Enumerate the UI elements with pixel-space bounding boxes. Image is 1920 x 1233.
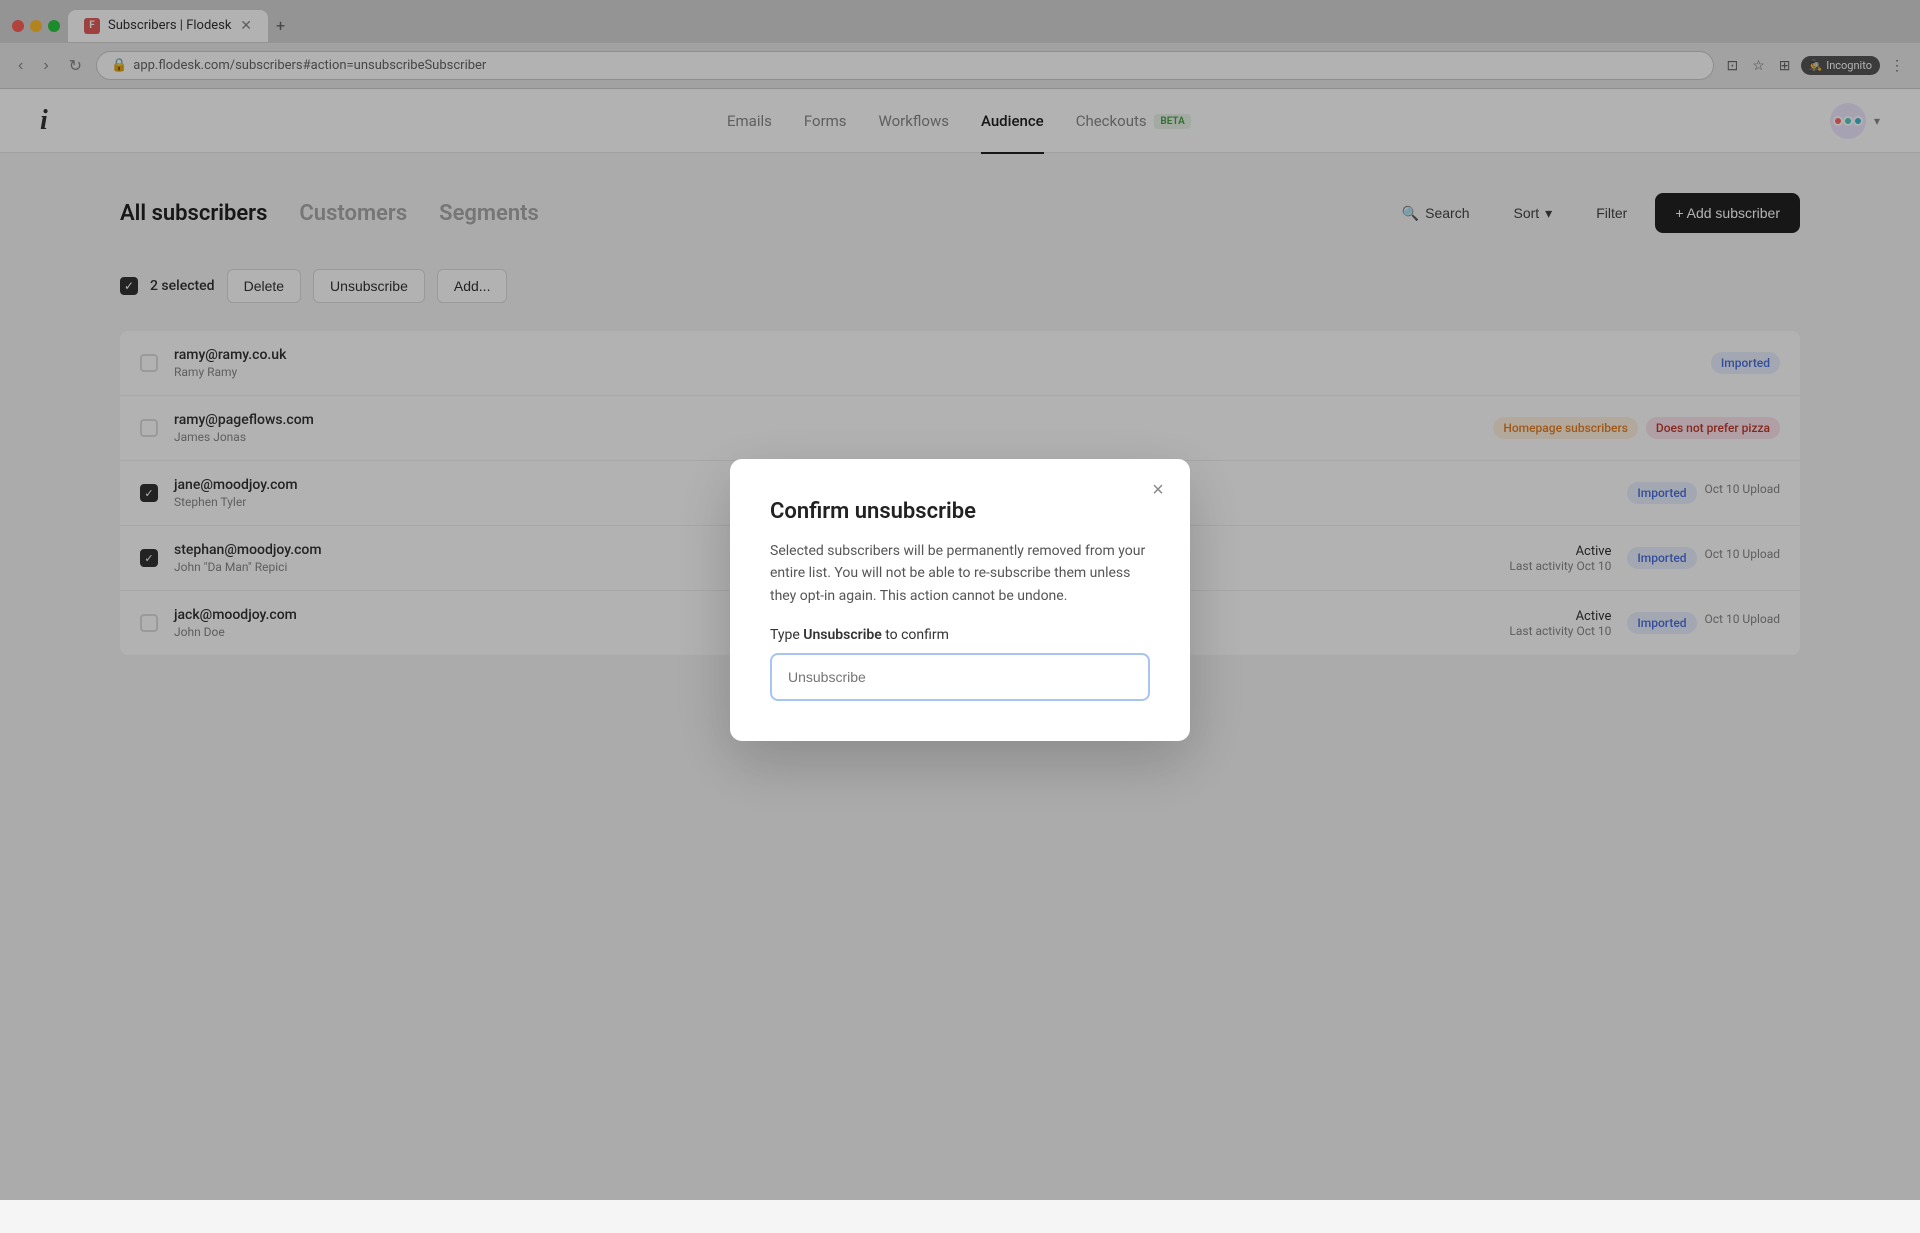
confirm-suffix: to confirm — [882, 627, 949, 643]
confirm-unsubscribe-modal: × Confirm unsubscribe Selected subscribe… — [730, 459, 1190, 741]
confirm-prefix: Type — [770, 627, 803, 643]
modal-confirm-label: Type Unsubscribe to confirm — [770, 627, 1150, 643]
confirm-input[interactable] — [770, 653, 1150, 701]
confirm-keyword: Unsubscribe — [803, 627, 881, 643]
modal-overlay[interactable]: × Confirm unsubscribe Selected subscribe… — [0, 0, 1920, 1200]
modal-body: Selected subscribers will be permanently… — [770, 540, 1150, 607]
modal-title: Confirm unsubscribe — [770, 499, 1150, 524]
modal-close-button[interactable]: × — [1142, 475, 1174, 507]
